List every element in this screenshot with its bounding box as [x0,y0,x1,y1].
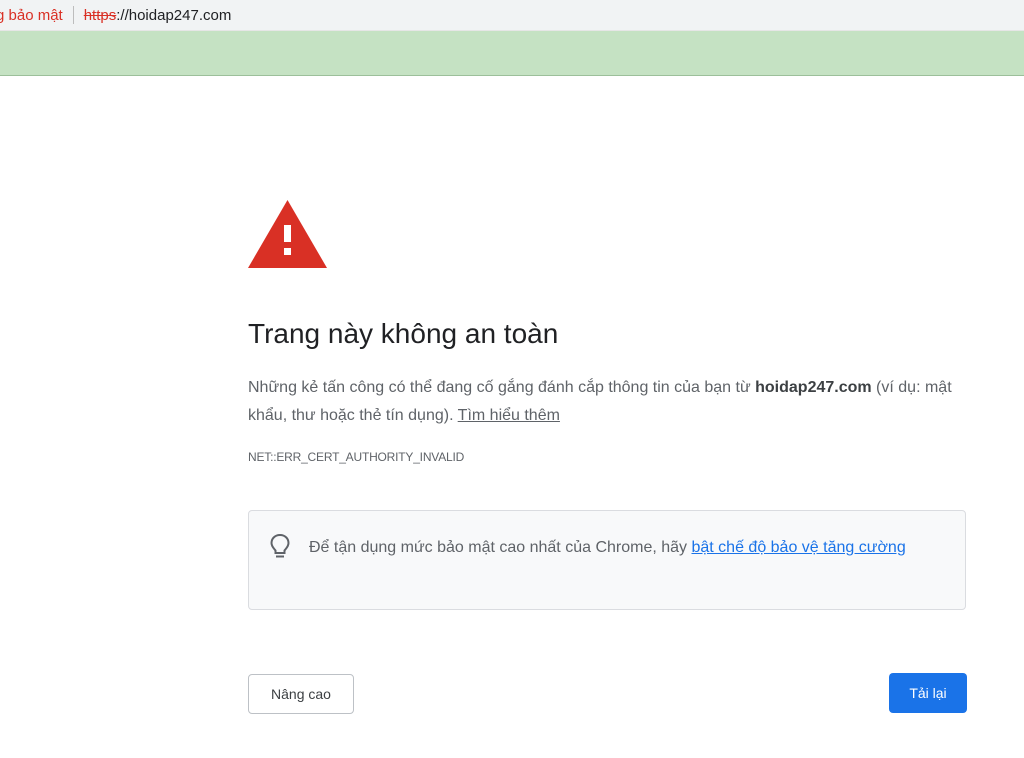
advanced-button[interactable]: Nâng cao [248,674,354,714]
warning-description: Những kẻ tấn công có thể đang cố gắng đá… [248,374,968,430]
enhanced-protection-link[interactable]: bật chế độ bảo vệ tăng cường [691,539,905,556]
desc-host: hoidap247.com [755,379,872,396]
warning-triangle-icon [248,200,327,268]
security-status-label[interactable]: g bảo mật [0,7,63,24]
address-bar-divider [72,6,74,24]
page-title: Trang này không an toàn [248,318,559,349]
url-scheme[interactable]: https [84,7,117,24]
enhanced-protection-tip: Để tận dụng mức bảo mật cao nhất của Chr… [248,510,966,610]
tip-text-body: Để tận dụng mức bảo mật cao nhất của Chr… [309,539,692,556]
url-host[interactable]: ://hoidap247.com [116,7,231,24]
info-banner [0,31,1024,76]
reload-button[interactable]: Tải lại [889,673,967,713]
lightbulb-icon [270,533,290,558]
address-bar[interactable]: g bảo mật https://hoidap247.com [0,0,1024,31]
tip-text: Để tận dụng mức bảo mật cao nhất của Chr… [309,533,929,562]
learn-more-link[interactable]: Tìm hiểu thêm [458,407,560,424]
desc-text-before: Những kẻ tấn công có thể đang cố gắng đá… [248,379,756,396]
error-code: NET::ERR_CERT_AUTHORITY_INVALID [248,450,465,464]
